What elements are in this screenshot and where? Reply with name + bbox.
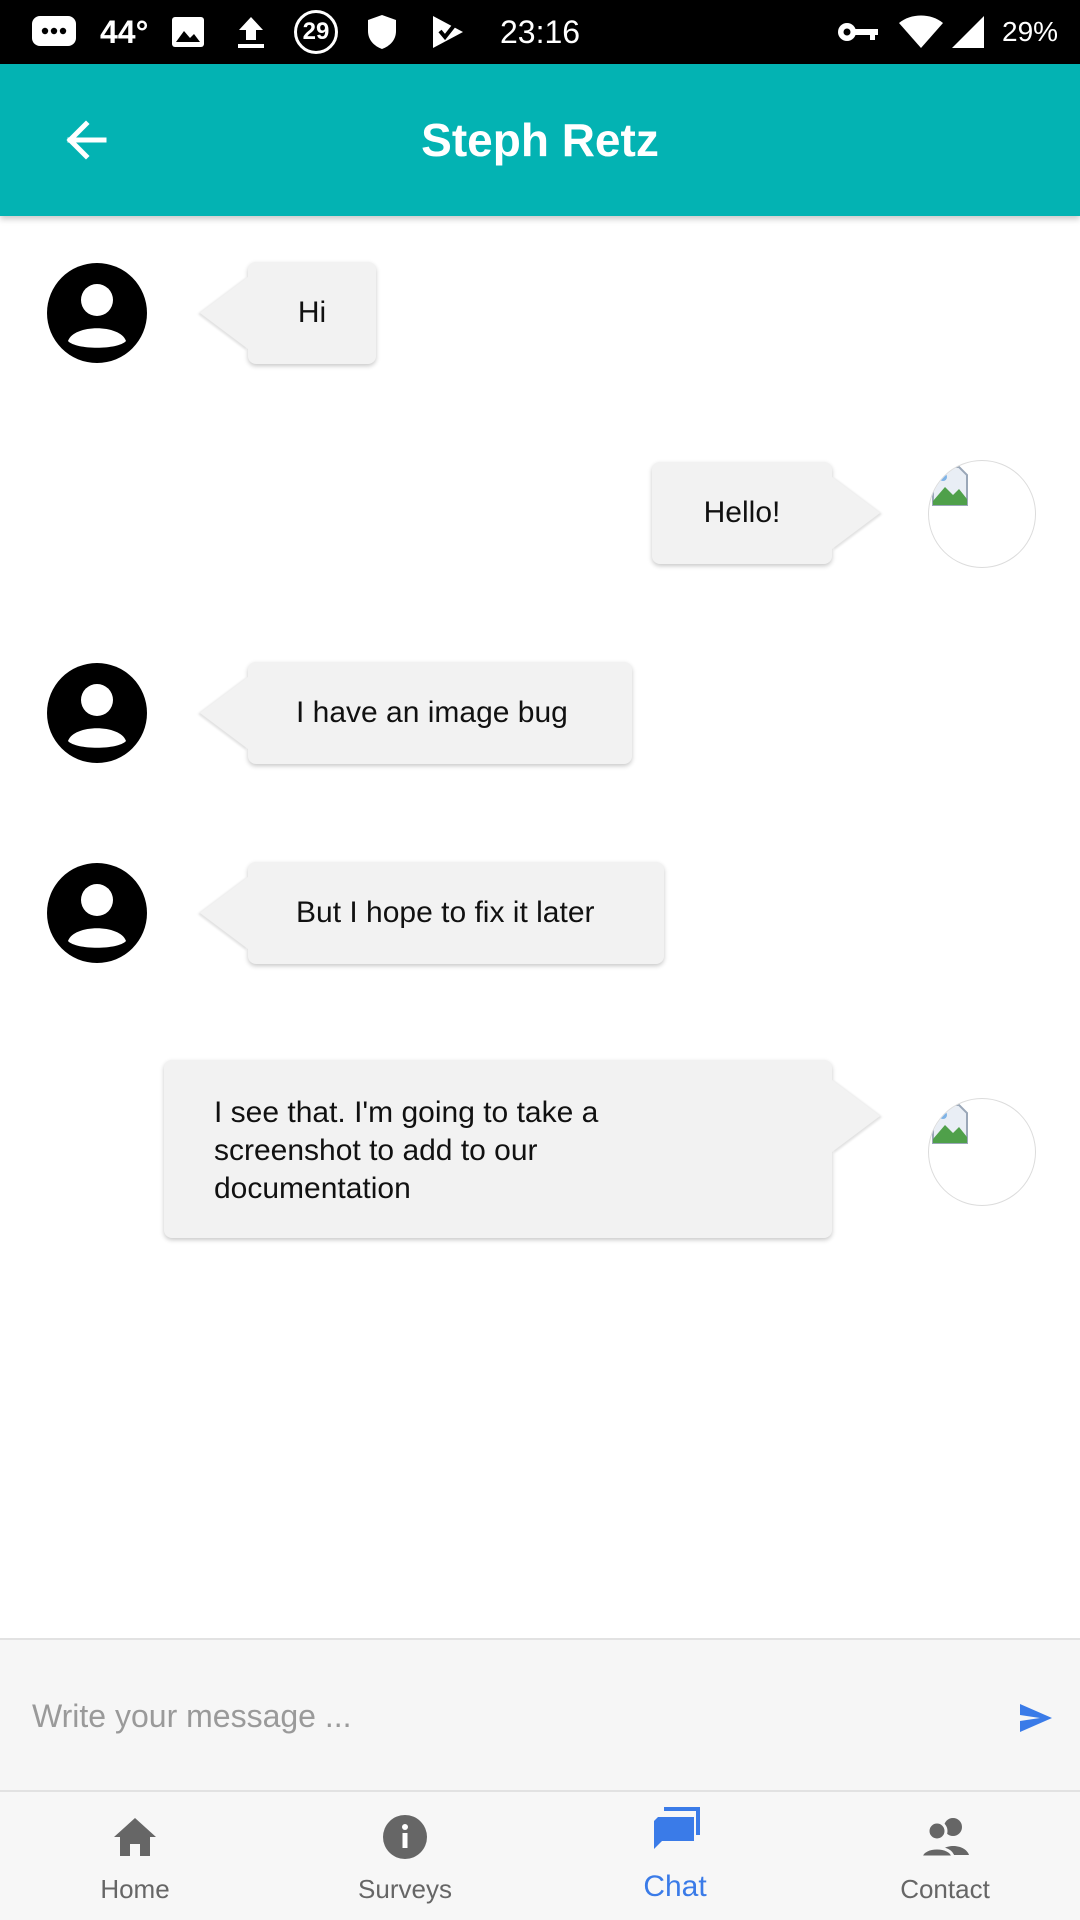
back-button[interactable]: [56, 110, 116, 170]
app-bar: Steph Retz: [0, 64, 1080, 216]
shield-icon: [366, 0, 398, 64]
user-avatar: [928, 1098, 1036, 1206]
nav-label: Chat: [643, 1870, 707, 1903]
status-time: 23:16: [500, 13, 581, 50]
message-input[interactable]: [32, 1680, 972, 1752]
nav-label: Contact: [900, 1874, 990, 1904]
message-bubble: I see that. I'm going to take a screensh…: [164, 1060, 880, 1238]
status-bar: 44° 29 23:16 29%: [0, 0, 1080, 64]
send-icon: [1020, 1704, 1052, 1732]
message-bubble: I have an image bug: [200, 662, 632, 764]
message-text: I have an image bug: [296, 696, 568, 729]
broken-image-icon: [932, 1104, 968, 1144]
nav-item-surveys[interactable]: Surveys: [270, 1792, 540, 1920]
message-bubble: But I hope to fix it later: [200, 862, 664, 964]
message-text: But I hope to fix it later: [296, 896, 595, 929]
nav-label: Surveys: [358, 1874, 452, 1904]
nav-label: Home: [100, 1874, 170, 1904]
message-bubble: Hi: [200, 262, 376, 364]
message-text: Hello!: [703, 496, 781, 529]
message-composer: [0, 1638, 1080, 1792]
message-text: I see that. I'm going to take a screensh…: [164, 1060, 618, 1208]
info-icon: [270, 1812, 540, 1862]
chat-notification-icon: [30, 0, 78, 64]
message-line: screenshot to add to our: [214, 1134, 538, 1167]
temperature-text: 44°: [100, 13, 149, 50]
user-avatar: [928, 460, 1036, 568]
home-icon: [0, 1812, 270, 1862]
nav-item-home[interactable]: Home: [0, 1792, 270, 1920]
bottom-navigation: Home Surveys Chat Contact: [0, 1792, 1080, 1920]
contacts-icon: [810, 1812, 1080, 1862]
page-title: Steph Retz: [421, 114, 659, 166]
chat-area: Hi Hello! I have an image bug But I hope…: [0, 216, 1080, 1638]
message-bubble: Hello!: [652, 462, 880, 564]
contact-avatar-icon: [46, 662, 148, 764]
wifi-icon: [898, 0, 944, 64]
message-text: Hi: [297, 296, 327, 329]
signal-icon: [950, 0, 986, 64]
image-icon: [170, 0, 206, 64]
nav-item-contact[interactable]: Contact: [810, 1792, 1080, 1920]
chat-icon: [540, 1806, 810, 1856]
send-button[interactable]: [1006, 1688, 1066, 1748]
nav-item-chat[interactable]: Chat: [540, 1792, 810, 1920]
vpn-key-icon: [836, 0, 880, 64]
contact-avatar-icon: [46, 862, 148, 964]
contact-avatar-icon: [46, 262, 148, 364]
upload-icon: [234, 0, 268, 64]
broken-image-icon: [932, 466, 968, 506]
notification-count-icon: 29: [294, 0, 338, 64]
arrow-back-icon: [66, 120, 107, 160]
message-line: I see that. I'm going to take a: [214, 1096, 599, 1129]
notification-count: 29: [302, 18, 330, 45]
battery-text: 29%: [1002, 16, 1059, 47]
checkmark-icon: [430, 0, 466, 64]
message-line: documentation: [214, 1172, 411, 1205]
